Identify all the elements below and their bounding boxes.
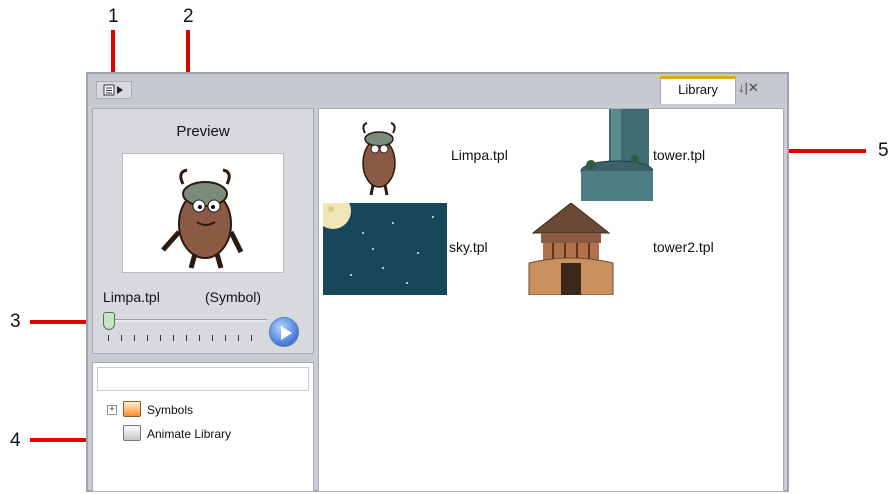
gazebo-thumb-icon	[528, 202, 614, 296]
library-item-label: Limpa.tpl	[451, 147, 508, 163]
callout-4: 4	[10, 430, 21, 451]
symbol-name: Limpa.tpl	[103, 289, 160, 305]
symbol-type: (Symbol)	[205, 289, 262, 305]
pin-close-icon[interactable]: ↓|✕	[738, 80, 759, 95]
character-thumb-icon	[362, 122, 396, 196]
tree-header	[97, 367, 309, 391]
menu-button[interactable]	[96, 81, 132, 99]
character-preview-icon	[161, 168, 244, 269]
preview-image	[122, 153, 284, 273]
library-item-limpa[interactable]	[329, 117, 429, 197]
tree-item-label: Animate Library	[147, 427, 232, 441]
play-button[interactable]	[269, 317, 299, 347]
library-window: Library ↓|✕ Preview Limpa.tpl (Symbol) +…	[86, 72, 789, 492]
tab-library[interactable]: Library	[660, 76, 736, 104]
library-item-tower2[interactable]	[527, 202, 615, 296]
tower-thumb-icon	[580, 109, 654, 201]
library-item-label: sky.tpl	[449, 239, 488, 255]
library-tree-panel: + Symbols Animate Library	[92, 362, 314, 492]
frame-slider-ticks	[108, 335, 258, 343]
frame-slider-track[interactable]	[109, 319, 267, 322]
library-item-label: tower.tpl	[653, 147, 706, 163]
frame-slider-thumb[interactable]	[103, 312, 115, 330]
library-icon	[123, 425, 141, 441]
sky-thumb-icon	[315, 193, 447, 295]
library-item-tower[interactable]	[577, 109, 654, 201]
expand-icon[interactable]: +	[107, 405, 117, 415]
library-item-label: tower2.tpl	[653, 239, 714, 255]
callout-3: 3	[10, 311, 21, 332]
preview-panel: Preview Limpa.tpl (Symbol)	[92, 108, 314, 354]
menu-icon	[103, 84, 123, 96]
library-item-sky[interactable]	[315, 193, 447, 295]
library-contents: Limpa.tpl tower.tpl sky.tpl tower2.tpl	[315, 108, 784, 492]
callout-1: 1	[108, 6, 119, 27]
callout-2: 2	[183, 6, 194, 27]
window-topbar: Library ↓|✕	[88, 74, 787, 104]
preview-title: Preview	[176, 123, 230, 140]
callout-5: 5	[878, 140, 889, 161]
tab-controls[interactable]: ↓|✕	[738, 80, 784, 100]
tree-item-label: Symbols	[147, 403, 194, 417]
symbols-folder-icon	[123, 401, 141, 417]
